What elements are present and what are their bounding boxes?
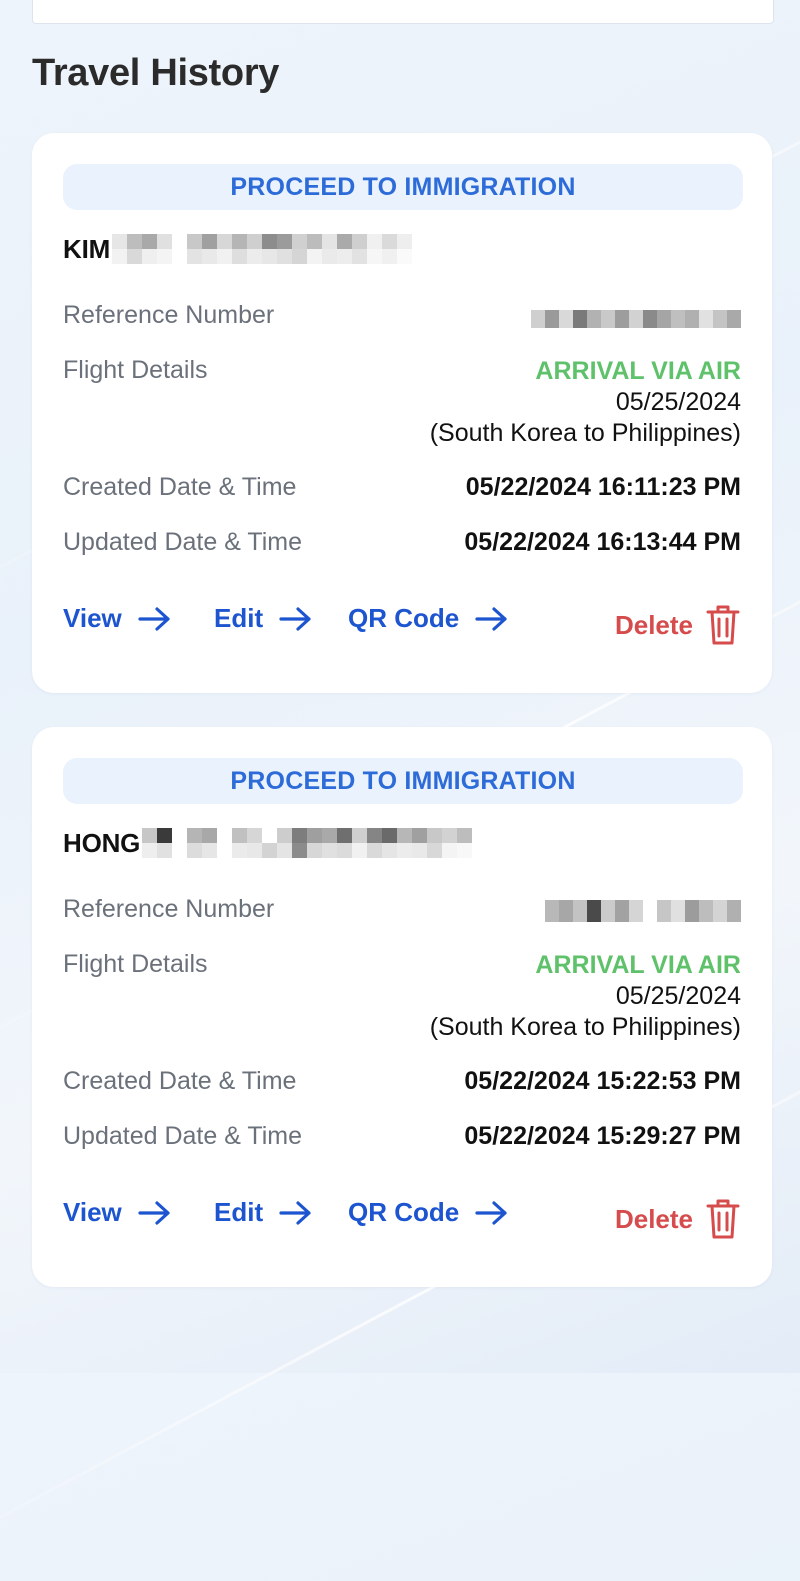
travel-record-card: PROCEED TO IMMIGRATION HONG Reference Nu…: [32, 727, 772, 1287]
arrow-right-icon: [475, 1200, 507, 1225]
card-actions: View Edit QR Code Delete: [63, 603, 741, 647]
flight-details: ARRIVAL VIA AIR 05/25/2024 (South Korea …: [430, 950, 741, 1043]
qr-code-label: QR Code: [348, 1197, 460, 1227]
updated-value: 05/22/2024 15:29:27 PM: [464, 1122, 741, 1150]
redacted-name-mask: [112, 234, 413, 264]
flight-label: Flight Details: [63, 950, 208, 978]
card-actions: View Edit QR Code Delete: [63, 1197, 741, 1241]
updated-label: Updated Date & Time: [63, 1122, 303, 1150]
redacted-name-mask: [142, 828, 473, 858]
reference-label: Reference Number: [63, 895, 275, 923]
flight-date: 05/25/2024: [615, 388, 741, 416]
qr-code-button[interactable]: QR Code: [348, 603, 509, 634]
qr-code-label: QR Code: [348, 603, 460, 633]
delete-button[interactable]: Delete: [615, 603, 741, 647]
created-value: 05/22/2024 16:11:23 PM: [465, 473, 741, 501]
updated-label: Updated Date & Time: [63, 528, 303, 556]
trash-icon: [706, 605, 740, 645]
qr-code-button[interactable]: QR Code: [348, 1197, 509, 1228]
delete-label: Delete: [614, 1203, 693, 1234]
edit-button[interactable]: Edit: [214, 1197, 313, 1228]
view-label: View: [63, 1197, 122, 1227]
created-value: 05/22/2024 15:22:53 PM: [464, 1067, 741, 1095]
status-badge: PROCEED TO IMMIGRATION: [63, 758, 743, 804]
flight-route: (South Korea to Philippines): [429, 419, 741, 447]
flight-mode: ARRIVAL VIA AIR: [535, 357, 741, 385]
created-label: Created Date & Time: [63, 473, 297, 501]
created-label: Created Date & Time: [63, 1067, 297, 1095]
flight-date: 05/25/2024: [615, 982, 741, 1010]
edit-label: Edit: [214, 603, 264, 633]
travel-record-card: PROCEED TO IMMIGRATION KIM Reference Num…: [32, 133, 772, 693]
redacted-reference-mask: [545, 900, 741, 922]
arrow-right-icon: [138, 606, 170, 631]
arrow-right-icon: [279, 1200, 311, 1225]
previous-card-edge: [32, 0, 774, 24]
flight-mode: ARRIVAL VIA AIR: [535, 951, 741, 979]
arrow-right-icon: [279, 606, 311, 631]
page-title: Travel History: [32, 52, 280, 94]
trash-icon: [706, 1199, 740, 1239]
arrow-right-icon: [475, 606, 507, 631]
traveler-name-text: KIM: [63, 233, 111, 264]
delete-button[interactable]: Delete: [615, 1197, 741, 1241]
flight-route: (South Korea to Philippines): [429, 1013, 741, 1041]
flight-label: Flight Details: [63, 356, 208, 384]
flight-details: ARRIVAL VIA AIR 05/25/2024 (South Korea …: [430, 356, 741, 449]
traveler-name: HONG: [63, 823, 473, 863]
delete-label: Delete: [614, 609, 693, 640]
updated-value: 05/22/2024 16:13:44 PM: [464, 528, 741, 556]
view-button[interactable]: View: [63, 603, 172, 634]
reference-label: Reference Number: [63, 301, 275, 329]
traveler-name-text: HONG: [63, 827, 141, 858]
arrow-right-icon: [138, 1200, 170, 1225]
edit-label: Edit: [214, 1197, 264, 1227]
edit-button[interactable]: Edit: [214, 603, 313, 634]
view-button[interactable]: View: [63, 1197, 172, 1228]
traveler-name: KIM: [63, 229, 413, 269]
redacted-reference-mask: [531, 310, 741, 328]
status-badge: PROCEED TO IMMIGRATION: [63, 164, 743, 210]
view-label: View: [63, 603, 122, 633]
